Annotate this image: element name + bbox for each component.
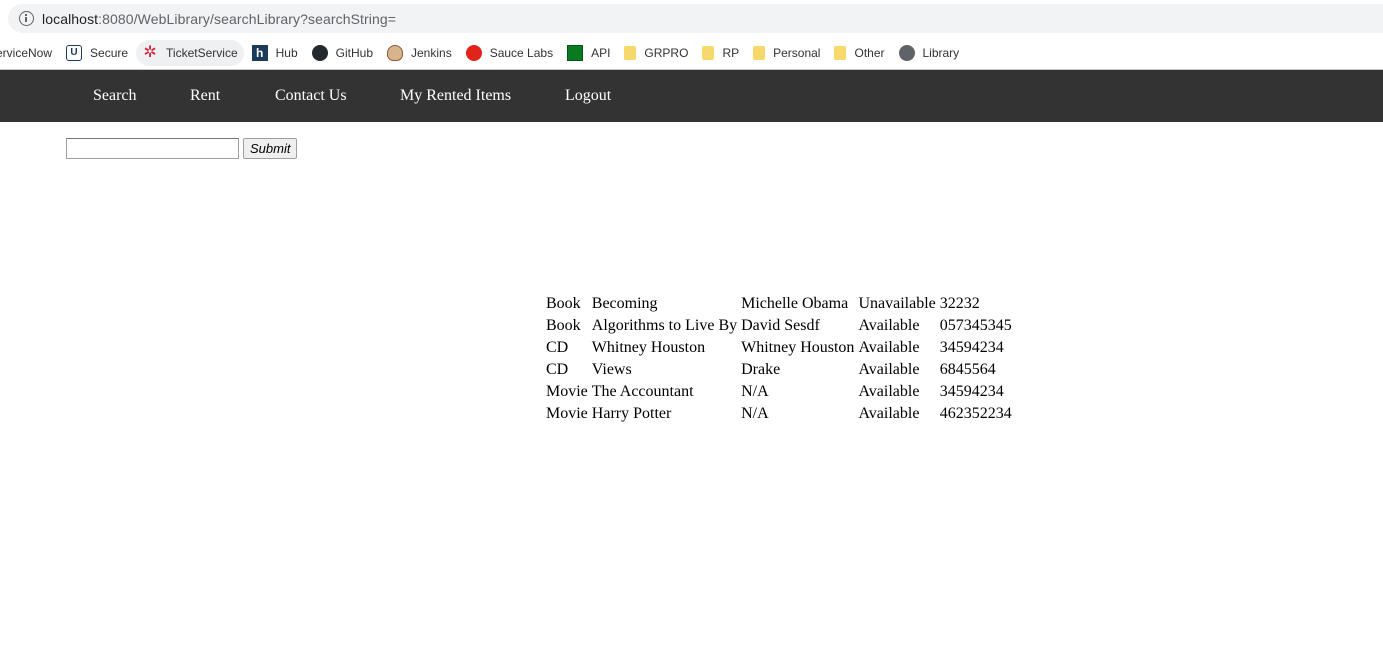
bookmark-servicenow[interactable]: erviceNow (0, 40, 52, 66)
item-status: Available (858, 405, 920, 422)
folder-icon (624, 45, 637, 60)
search-form: Submit (66, 138, 298, 159)
item-title: The Accountant (591, 383, 694, 400)
bookmark-ticketservice[interactable]: ✲ TicketService (136, 39, 244, 66)
item-status: Available (858, 383, 920, 400)
bookmark-personal[interactable]: Personal (753, 40, 820, 66)
table-row: CD Views Drake Available 6845564 (545, 360, 1013, 380)
item-id: 32232 (939, 295, 980, 312)
table-row: Movie Harry Potter N/A Available 4623522… (545, 404, 1013, 424)
item-title: Algorithms to Live By (591, 317, 738, 334)
info-icon[interactable] (19, 11, 34, 26)
item-title: Whitney Houston (591, 339, 706, 356)
item-type: Movie (546, 383, 588, 400)
nav-my-rented-items-link[interactable]: My Rented Items (400, 87, 511, 105)
omnibox[interactable]: localhost:8080/WebLibrary/searchLibrary?… (8, 4, 1383, 33)
submit-button[interactable]: Submit (243, 138, 298, 159)
bookmark-library[interactable]: Library (898, 40, 959, 66)
item-creator: Drake (741, 361, 781, 378)
folder-icon (753, 45, 766, 60)
hub-icon: h (251, 44, 268, 61)
item-title: Harry Potter (591, 405, 672, 422)
table-row: Movie The Accountant N/A Available 34594… (545, 382, 1013, 402)
item-id: 6845564 (939, 361, 996, 378)
item-creator: N/A (741, 405, 769, 422)
folder-icon (834, 45, 847, 60)
url-text[interactable]: localhost:8080/WebLibrary/searchLibrary?… (42, 11, 396, 27)
item-title: Views (591, 361, 632, 378)
github-icon (311, 44, 328, 61)
item-status: Available (858, 361, 920, 378)
globe-icon (898, 44, 915, 61)
item-type: Book (546, 317, 581, 334)
bookmark-github[interactable]: GitHub (311, 40, 373, 66)
bookmark-sauce-labs[interactable]: Sauce Labs (465, 40, 553, 66)
item-status: Available (858, 339, 920, 356)
item-type: CD (546, 361, 569, 378)
folder-icon (702, 45, 715, 60)
table-row: Book Becoming Michelle Obama Unavailable… (545, 294, 1013, 314)
jenkins-icon (387, 44, 403, 61)
main-nav: Search Rent Contact Us My Rented Items L… (0, 70, 1383, 122)
bookmark-grpro[interactable]: GRPRO (624, 40, 688, 66)
search-input[interactable] (66, 138, 239, 159)
item-creator: David Sesdf (741, 317, 820, 334)
api-icon (567, 44, 584, 61)
item-id: 34594234 (939, 339, 1004, 356)
bookmarks-bar: erviceNow U Secure ✲ TicketService h Hub Gi… (0, 36, 1383, 69)
results-table: Book Becoming Michelle Obama Unavailable… (543, 292, 1015, 426)
ticket-icon: ✲ (143, 43, 157, 61)
item-creator: Whitney Houston (741, 339, 855, 356)
nav-rent-link[interactable]: Rent (190, 87, 220, 105)
item-creator: N/A (741, 383, 769, 400)
bookmark-jenkins[interactable]: Jenkins (387, 40, 452, 66)
item-id: 057345345 (939, 317, 1012, 334)
secure-icon: U (66, 44, 83, 61)
nav-contact-us-link[interactable]: Contact Us (275, 87, 347, 105)
bookmark-secure[interactable]: U Secure (66, 40, 128, 66)
item-type: CD (546, 339, 569, 356)
table-row: Book Algorithms to Live By David Sesdf A… (545, 316, 1013, 336)
item-type: Movie (546, 405, 588, 422)
bookmark-other[interactable]: Other (834, 40, 885, 66)
item-title: Becoming (591, 295, 658, 312)
item-status: Unavailable (858, 295, 936, 312)
bookmark-rp[interactable]: RP (702, 40, 739, 66)
sauce-labs-icon (465, 44, 482, 61)
item-creator: Michelle Obama (741, 295, 849, 312)
browser-address-bar: localhost:8080/WebLibrary/searchLibrary?… (0, 0, 1383, 36)
item-type: Book (546, 295, 581, 312)
table-row: CD Whitney Houston Whitney Houston Avail… (545, 338, 1013, 358)
item-status: Available (858, 317, 920, 334)
bookmark-hub[interactable]: h Hub (251, 40, 298, 66)
item-id: 462352234 (939, 405, 1012, 422)
nav-search-link[interactable]: Search (93, 87, 137, 105)
item-id: 34594234 (939, 383, 1004, 400)
bookmark-api[interactable]: API (567, 40, 610, 66)
nav-logout-link[interactable]: Logout (565, 87, 611, 105)
